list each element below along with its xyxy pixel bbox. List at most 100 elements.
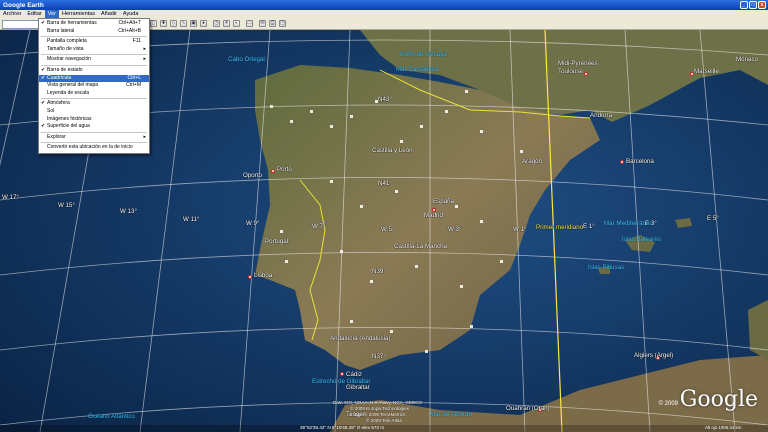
place-label[interactable]: Lisboa (254, 272, 272, 279)
place-label[interactable]: Oporto (243, 172, 262, 179)
menu-item-shortcut: F11 (132, 38, 141, 45)
grid-label: W 5° (381, 226, 395, 233)
menu-separator (41, 131, 147, 133)
menu-item[interactable]: Imágenes históricas (39, 116, 149, 124)
menu-item[interactable]: Vista general del mapa Ctrl+M (39, 82, 149, 90)
city-marker-icon[interactable] (271, 169, 275, 173)
menu-separator (41, 64, 147, 66)
menu-item-shortcut: Ctrl+Alt+B (118, 27, 141, 34)
grid-label: E 1° (583, 223, 595, 230)
menu-separator (41, 98, 147, 100)
status-bar: 39°52'36.42" N 5°10'48.28" O elev 573 m … (0, 425, 768, 432)
maps-icon[interactable]: ◳ (279, 20, 286, 27)
close-button[interactable]: x (758, 1, 766, 9)
place-label[interactable]: Aragón (522, 158, 542, 165)
menu-separator (41, 142, 147, 144)
sidebar-toggle-icon[interactable]: ▯ (150, 20, 157, 27)
menu-item-shortcut: Ctrl+Alt+T (118, 20, 141, 26)
place-label[interactable]: Algiers (Argel) (634, 352, 673, 359)
grid-label: N37° (372, 353, 386, 360)
menu-item[interactable]: ✔ Barra de estado (39, 67, 149, 75)
placemark-icon[interactable]: ✚ (160, 20, 167, 27)
menu-item[interactable]: Pantalla completa F11 (39, 38, 149, 46)
ruler-icon[interactable]: ▭ (246, 20, 253, 27)
menu-item[interactable]: Convertir esta ubicación en la de inicio (39, 144, 149, 152)
place-label[interactable]: Mónaco (736, 56, 758, 63)
menu-item-label: Tamaño de vista (47, 45, 84, 52)
checkmark-icon: ✔ (41, 100, 46, 107)
menu-item[interactable]: ✔ Cuadrícula Ctrl+L (39, 74, 149, 83)
grid-label: W 7° (312, 223, 326, 230)
minimize-button[interactable]: _ (740, 1, 748, 9)
grid-label: W 9° (246, 220, 260, 227)
menu-item[interactable]: Mostrar navegación ▸ (39, 56, 149, 64)
copyright-year: © 2009 (658, 401, 678, 407)
menu-item[interactable]: ✔ Atmósfera (39, 100, 149, 108)
image-overlay-icon[interactable]: ▣ (190, 20, 197, 27)
menu-item[interactable]: Barra lateral Ctrl+Alt+B (39, 28, 149, 36)
menu-archivo[interactable]: Archivo (0, 10, 24, 19)
menu-item-label: Sol (47, 107, 55, 114)
submenu-arrow-icon: ▸ (143, 45, 146, 52)
planet-icon[interactable]: ◐ (233, 20, 240, 27)
grid-label: W 13° (120, 208, 137, 215)
eye-altitude: Alt ojo 1006.34 km (705, 425, 742, 430)
place-label[interactable]: Andorra (590, 112, 612, 119)
menu-item-label: Leyenda de escala (47, 89, 89, 96)
maximize-button[interactable]: □ (749, 1, 757, 9)
place-label[interactable]: Toulouse (558, 68, 583, 75)
window-title: Google Earth (3, 1, 44, 9)
menu-item[interactable]: ✔ Superficie del agua (39, 123, 149, 131)
tour-icon[interactable]: ● (200, 20, 207, 27)
menu-item[interactable]: Explorar ▸ (39, 134, 149, 142)
place-label[interactable]: Cádiz (346, 371, 362, 378)
city-marker-icon[interactable] (248, 275, 252, 279)
path-icon[interactable]: ∿ (180, 20, 187, 27)
place-label[interactable]: Andalucía (Andalusia) (330, 335, 391, 342)
grid-label: W 11° (183, 216, 200, 223)
grid-label: N39° (372, 268, 386, 275)
grid-label: W 17° (2, 194, 19, 201)
print-icon[interactable]: ⎙ (269, 20, 276, 27)
sea-label[interactable]: Cabo Ortegal (228, 56, 265, 63)
city-marker-icon[interactable] (620, 160, 624, 164)
place-label[interactable]: Midi-Pyrénées (558, 60, 598, 67)
place-label[interactable]: Porto (277, 166, 292, 173)
place-label[interactable]: España (433, 198, 454, 205)
checkmark-icon: ✔ (41, 74, 46, 81)
sea-label[interactable]: Islas Pitiusas (588, 264, 624, 271)
menu-item[interactable]: Sol (39, 108, 149, 116)
place-label[interactable]: Madrid (424, 212, 443, 219)
historical-imagery-icon[interactable]: ◷ (213, 20, 220, 27)
menu-item-label: Cuadrícula (47, 74, 72, 81)
menu-item-label: Mostrar navegación (47, 56, 91, 63)
city-marker-icon[interactable] (584, 72, 588, 76)
google-logo: Google (679, 387, 758, 412)
polygon-icon[interactable]: ◇ (170, 20, 177, 27)
sea-label[interactable]: Mar Cantábrico (396, 66, 438, 73)
sea-label[interactable]: Mar Mediterráneo (604, 220, 653, 227)
place-label[interactable]: Barcelona (626, 158, 654, 165)
city-marker-icon[interactable] (340, 372, 344, 376)
sun-icon[interactable]: ☀ (223, 20, 230, 27)
menu-item[interactable]: ✔ Barra de herramientas Ctrl+Alt+T (39, 20, 149, 28)
grid-label: W 1° (513, 226, 527, 233)
grid-label: W 3° (448, 226, 462, 233)
menu-item-label: Superficie del agua (47, 123, 90, 130)
grid-label: E 5° (707, 215, 719, 222)
menu-item[interactable]: Tamaño de vista ▸ (39, 46, 149, 54)
menu-item[interactable]: Leyenda de escala (39, 90, 149, 98)
place-label[interactable]: Portugal (265, 238, 288, 245)
place-label[interactable]: Ouahran (Oran) (506, 405, 550, 412)
menu-item-shortcut: Ctrl+L (127, 74, 141, 81)
sea-label[interactable]: Islas Baleares (622, 236, 661, 243)
place-label[interactable]: Castilla-La Mancha (394, 243, 447, 250)
email-icon[interactable]: ✉ (259, 20, 266, 27)
place-label[interactable]: Gibraltar (346, 384, 370, 391)
place-label[interactable]: Castilla y León (372, 147, 413, 154)
sea-label[interactable]: Océano Atlántico (88, 413, 135, 420)
sea-label[interactable]: Mar de Alborán (430, 411, 472, 418)
sea-label[interactable]: Golfo de Vizcaya (400, 51, 447, 58)
place-label[interactable]: Marseille (694, 68, 719, 75)
search-input[interactable] (2, 20, 40, 29)
